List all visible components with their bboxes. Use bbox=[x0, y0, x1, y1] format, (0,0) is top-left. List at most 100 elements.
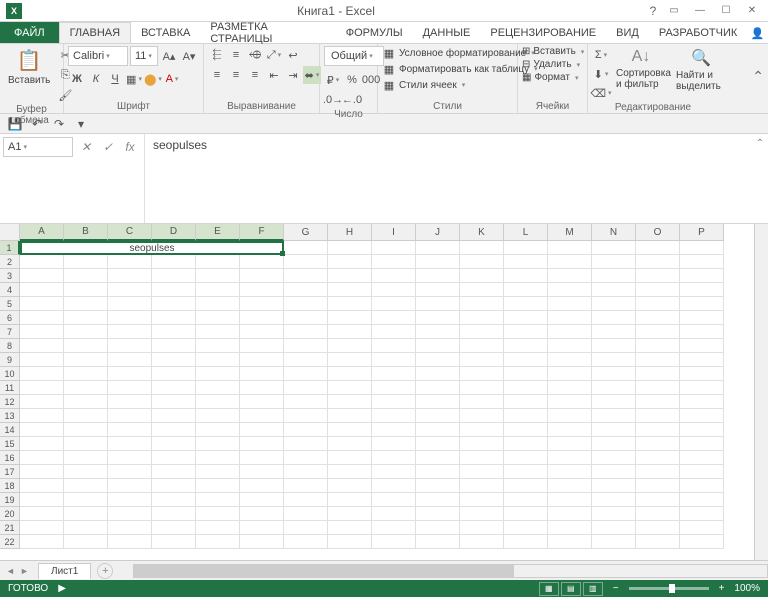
row-header[interactable]: 17 bbox=[0, 465, 20, 479]
cell[interactable] bbox=[240, 311, 284, 325]
cell[interactable] bbox=[504, 283, 548, 297]
cell[interactable] bbox=[504, 367, 548, 381]
cell[interactable] bbox=[592, 283, 636, 297]
fill-icon[interactable]: ⬇ bbox=[592, 65, 610, 83]
cell[interactable] bbox=[108, 311, 152, 325]
cell[interactable] bbox=[680, 283, 724, 297]
cell[interactable] bbox=[504, 437, 548, 451]
column-header[interactable]: E bbox=[196, 224, 240, 241]
cell[interactable] bbox=[504, 507, 548, 521]
cell[interactable] bbox=[636, 269, 680, 283]
cell[interactable] bbox=[328, 311, 372, 325]
column-header[interactable]: J bbox=[416, 224, 460, 241]
cell[interactable] bbox=[636, 395, 680, 409]
cell[interactable] bbox=[636, 367, 680, 381]
row-header[interactable]: 18 bbox=[0, 479, 20, 493]
cell[interactable] bbox=[636, 381, 680, 395]
cell[interactable] bbox=[20, 521, 64, 535]
cell[interactable] bbox=[328, 255, 372, 269]
decrease-font-icon[interactable]: A▾ bbox=[180, 47, 198, 65]
cell[interactable] bbox=[680, 395, 724, 409]
cell[interactable] bbox=[592, 325, 636, 339]
column-header[interactable]: I bbox=[372, 224, 416, 241]
row-header[interactable]: 19 bbox=[0, 493, 20, 507]
cell[interactable] bbox=[504, 241, 548, 255]
cell[interactable] bbox=[504, 409, 548, 423]
cell[interactable] bbox=[416, 339, 460, 353]
row-header[interactable]: 15 bbox=[0, 437, 20, 451]
cell[interactable] bbox=[240, 339, 284, 353]
cell[interactable] bbox=[416, 507, 460, 521]
cell[interactable] bbox=[20, 325, 64, 339]
cell[interactable] bbox=[636, 311, 680, 325]
cell[interactable] bbox=[592, 535, 636, 549]
cell[interactable] bbox=[152, 465, 196, 479]
cell[interactable] bbox=[680, 339, 724, 353]
cell[interactable] bbox=[548, 493, 592, 507]
cell[interactable] bbox=[284, 437, 328, 451]
formula-expand-icon[interactable]: ⌃ bbox=[752, 134, 768, 223]
cell[interactable] bbox=[108, 269, 152, 283]
cell[interactable] bbox=[504, 353, 548, 367]
cell[interactable] bbox=[680, 521, 724, 535]
cell[interactable] bbox=[64, 465, 108, 479]
cell[interactable] bbox=[416, 465, 460, 479]
cell[interactable] bbox=[372, 353, 416, 367]
cell[interactable] bbox=[20, 255, 64, 269]
cell[interactable] bbox=[328, 493, 372, 507]
cell[interactable] bbox=[460, 283, 504, 297]
cell[interactable] bbox=[240, 381, 284, 395]
cell[interactable] bbox=[328, 297, 372, 311]
cell[interactable] bbox=[680, 311, 724, 325]
cell[interactable] bbox=[504, 269, 548, 283]
cell[interactable] bbox=[504, 311, 548, 325]
cell[interactable] bbox=[372, 507, 416, 521]
cell[interactable] bbox=[592, 269, 636, 283]
cell[interactable] bbox=[548, 283, 592, 297]
percent-icon[interactable]: % bbox=[343, 71, 361, 89]
row-header[interactable]: 13 bbox=[0, 409, 20, 423]
cell[interactable] bbox=[284, 353, 328, 367]
cell[interactable] bbox=[196, 507, 240, 521]
cell[interactable] bbox=[548, 507, 592, 521]
cell[interactable] bbox=[372, 339, 416, 353]
cell[interactable] bbox=[152, 255, 196, 269]
enter-formula-icon[interactable]: ✓ bbox=[98, 137, 118, 157]
cell[interactable] bbox=[196, 311, 240, 325]
cell[interactable] bbox=[240, 451, 284, 465]
column-header[interactable]: P bbox=[680, 224, 724, 241]
cell[interactable] bbox=[152, 269, 196, 283]
cell[interactable] bbox=[592, 409, 636, 423]
cell[interactable] bbox=[636, 241, 680, 255]
row-header[interactable]: 21 bbox=[0, 521, 20, 535]
paste-button[interactable]: 📋 Вставить bbox=[4, 46, 54, 88]
cell[interactable] bbox=[152, 381, 196, 395]
cell[interactable] bbox=[548, 381, 592, 395]
cell[interactable] bbox=[372, 409, 416, 423]
name-box[interactable]: A1 bbox=[3, 137, 73, 157]
cell[interactable] bbox=[636, 353, 680, 367]
cell[interactable] bbox=[240, 479, 284, 493]
tab-formulas[interactable]: ФОРМУЛЫ bbox=[336, 22, 413, 43]
cell[interactable] bbox=[548, 451, 592, 465]
cell[interactable] bbox=[636, 325, 680, 339]
cell[interactable] bbox=[548, 339, 592, 353]
tab-insert[interactable]: ВСТАВКА bbox=[131, 22, 200, 43]
row-header[interactable]: 12 bbox=[0, 395, 20, 409]
help-icon[interactable]: ? bbox=[644, 2, 662, 20]
borders-icon[interactable]: ▦ bbox=[125, 70, 143, 88]
cell[interactable] bbox=[152, 325, 196, 339]
cell[interactable] bbox=[504, 493, 548, 507]
cell[interactable] bbox=[64, 507, 108, 521]
cell[interactable] bbox=[64, 451, 108, 465]
cell[interactable] bbox=[328, 269, 372, 283]
number-format-select[interactable]: Общий bbox=[324, 46, 384, 66]
clear-icon[interactable]: ⌫ bbox=[592, 84, 610, 102]
row-header[interactable]: 9 bbox=[0, 353, 20, 367]
cell[interactable] bbox=[372, 437, 416, 451]
cell[interactable] bbox=[416, 325, 460, 339]
cell[interactable] bbox=[680, 325, 724, 339]
cell[interactable] bbox=[636, 409, 680, 423]
cell[interactable] bbox=[196, 367, 240, 381]
cell[interactable] bbox=[636, 437, 680, 451]
